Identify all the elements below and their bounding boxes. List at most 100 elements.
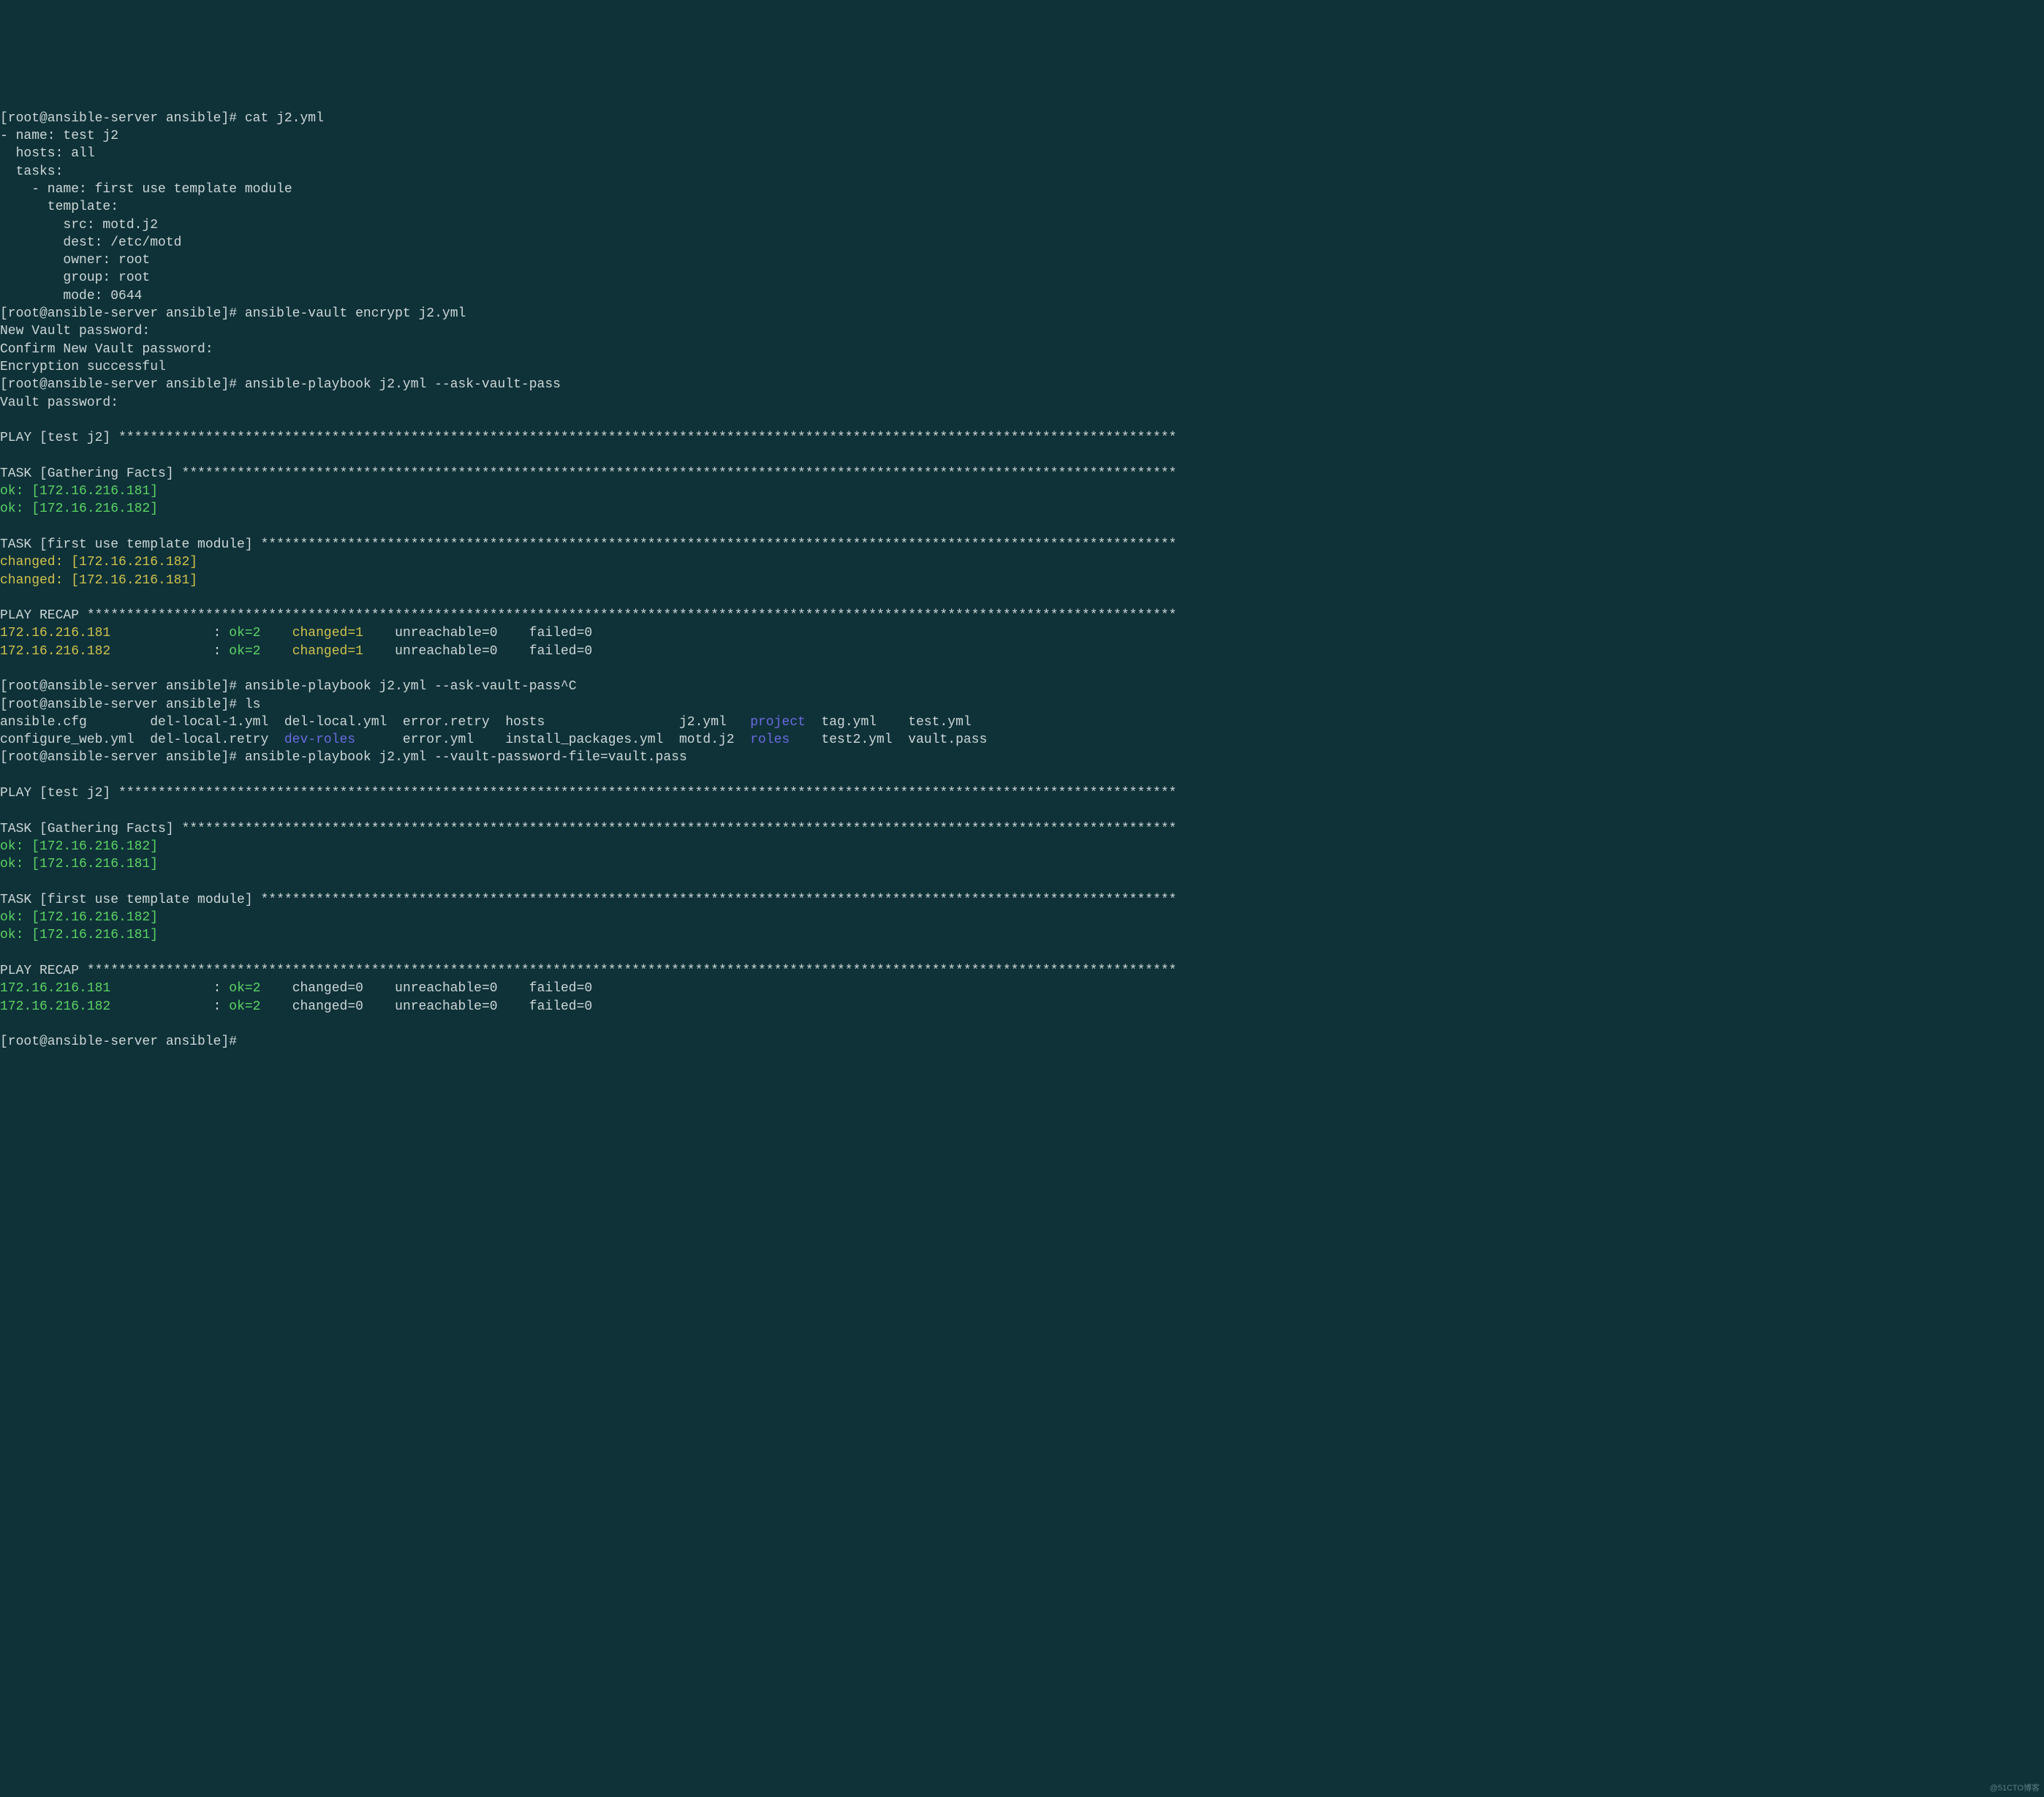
recap-ok: ok=2 bbox=[229, 644, 284, 659]
encryption-success: Encryption successful bbox=[0, 360, 166, 374]
ls-dir: project bbox=[750, 715, 806, 730]
yml-line: dest: /etc/motd bbox=[0, 235, 181, 250]
cmd-encrypt: ansible-vault encrypt j2.yml bbox=[245, 306, 466, 321]
cmd-cat: cat j2.yml bbox=[245, 111, 324, 126]
prompt[interactable]: [root@ansible-server ansible]# bbox=[0, 1034, 245, 1049]
stars: ****************************************… bbox=[118, 431, 1176, 445]
recap-unreachable: unreachable=0 bbox=[387, 626, 521, 640]
prompt: [root@ansible-server ansible]# bbox=[0, 750, 245, 765]
prompt: [root@ansible-server ansible]# bbox=[0, 377, 245, 392]
recap-host: 172.16.216.182 bbox=[0, 999, 110, 1014]
colon: : bbox=[213, 981, 230, 996]
yml-line: template: bbox=[0, 200, 118, 214]
ls-file: j2.yml bbox=[679, 715, 750, 730]
recap-failed: failed=0 bbox=[521, 644, 616, 659]
recap-host: 172.16.216.181 bbox=[0, 981, 110, 996]
task-header: TASK [first use template module] bbox=[0, 893, 260, 907]
stars: ****************************************… bbox=[181, 466, 1176, 481]
prompt: [root@ansible-server ansible]# bbox=[0, 679, 245, 694]
yml-line: tasks: bbox=[0, 164, 63, 179]
ok-host: ok: [172.16.216.181] bbox=[0, 857, 158, 871]
ls-dir: dev-roles bbox=[284, 733, 355, 747]
prompt: [root@ansible-server ansible]# bbox=[0, 111, 245, 126]
changed-host: changed: [172.16.216.181] bbox=[0, 573, 197, 588]
yml-line: src: motd.j2 bbox=[0, 218, 158, 232]
ls-file: configure_web.yml bbox=[0, 733, 150, 747]
vault-pw-prompt: Vault password: bbox=[0, 396, 126, 410]
play-header: PLAY [test j2] bbox=[0, 786, 118, 801]
ls-file: error.retry bbox=[403, 715, 505, 730]
cmd-ls: ls bbox=[245, 697, 261, 712]
colon: : bbox=[213, 999, 230, 1014]
recap-unreachable: unreachable=0 bbox=[387, 644, 521, 659]
task-header: TASK [first use template module] bbox=[0, 537, 260, 552]
recap-unreachable: unreachable=0 bbox=[387, 981, 521, 996]
ls-file: test2.yml bbox=[821, 733, 908, 747]
stars: ****************************************… bbox=[260, 893, 1176, 907]
ok-host: ok: [172.16.216.182] bbox=[0, 839, 158, 854]
ls-sep bbox=[355, 733, 403, 747]
ls-file: tag.yml bbox=[821, 715, 908, 730]
cmd-playbook-ask: ansible-playbook j2.yml --ask-vault-pass bbox=[245, 377, 561, 392]
recap-changed: changed=0 bbox=[284, 999, 387, 1014]
stars: ****************************************… bbox=[87, 608, 1177, 623]
recap-host: 172.16.216.181 bbox=[0, 626, 110, 640]
recap-failed: failed=0 bbox=[521, 626, 616, 640]
recap-host: 172.16.216.182 bbox=[0, 644, 110, 659]
ls-file: install_packages.yml bbox=[505, 733, 679, 747]
ls-file: del-local-1.yml bbox=[150, 715, 284, 730]
recap-failed: failed=0 bbox=[521, 999, 616, 1014]
ls-file: hosts bbox=[505, 715, 679, 730]
pad bbox=[110, 999, 213, 1014]
yml-line: mode: 0644 bbox=[0, 289, 142, 303]
yml-line: owner: root bbox=[0, 253, 150, 268]
colon: : bbox=[213, 644, 230, 659]
ls-sep bbox=[790, 733, 821, 747]
terminal-output: [root@ansible-server ansible]# cat j2.ym… bbox=[0, 88, 2044, 1053]
ls-file: del-local.yml bbox=[284, 715, 403, 730]
yml-line: hosts: all bbox=[0, 146, 95, 161]
stars: ****************************************… bbox=[118, 786, 1176, 801]
ok-host: ok: [172.16.216.181] bbox=[0, 484, 158, 499]
watermark: @51CTO博客 bbox=[1990, 1783, 2040, 1794]
prompt: [root@ansible-server ansible]# bbox=[0, 697, 245, 712]
cmd-playbook-ask-cancelled: ansible-playbook j2.yml --ask-vault-pass… bbox=[245, 679, 577, 694]
prompt: [root@ansible-server ansible]# bbox=[0, 306, 245, 321]
pad bbox=[110, 981, 213, 996]
ls-file: vault.pass bbox=[908, 733, 987, 747]
task-header: TASK [Gathering Facts] bbox=[0, 822, 181, 836]
ok-host: ok: [172.16.216.181] bbox=[0, 928, 158, 942]
ls-file: test.yml bbox=[908, 715, 971, 730]
recap-ok: ok=2 bbox=[229, 981, 284, 996]
yml-line: - name: first use template module bbox=[0, 182, 292, 197]
yml-line: group: root bbox=[0, 271, 150, 285]
recap-changed: changed=1 bbox=[284, 626, 387, 640]
recap-ok: ok=2 bbox=[229, 999, 284, 1014]
ls-file: error.yml bbox=[403, 733, 505, 747]
ls-sep bbox=[806, 715, 822, 730]
cmd-playbook-file: ansible-playbook j2.yml --vault-password… bbox=[245, 750, 687, 765]
yml-line: - name: test j2 bbox=[0, 129, 118, 143]
vault-new-pw-prompt: New Vault password: bbox=[0, 324, 158, 338]
colon: : bbox=[213, 626, 230, 640]
task-header: TASK [Gathering Facts] bbox=[0, 466, 181, 481]
ok-host: ok: [172.16.216.182] bbox=[0, 502, 158, 516]
recap-header: PLAY RECAP bbox=[0, 608, 87, 623]
recap-unreachable: unreachable=0 bbox=[387, 999, 521, 1014]
ls-file: ansible.cfg bbox=[0, 715, 150, 730]
stars: ****************************************… bbox=[260, 537, 1176, 552]
pad bbox=[110, 626, 213, 640]
recap-changed: changed=1 bbox=[284, 644, 387, 659]
recap-header: PLAY RECAP bbox=[0, 964, 87, 978]
ls-file: del-local.retry bbox=[150, 733, 284, 747]
recap-ok: ok=2 bbox=[229, 626, 284, 640]
recap-changed: changed=0 bbox=[284, 981, 387, 996]
ls-dir: roles bbox=[750, 733, 790, 747]
pad bbox=[110, 644, 213, 659]
play-header: PLAY [test j2] bbox=[0, 431, 118, 445]
stars: ****************************************… bbox=[181, 822, 1176, 836]
ok-host: ok: [172.16.216.182] bbox=[0, 910, 158, 925]
ls-file: motd.j2 bbox=[679, 733, 750, 747]
changed-host: changed: [172.16.216.182] bbox=[0, 555, 197, 570]
vault-confirm-pw-prompt: Confirm New Vault password: bbox=[0, 342, 221, 357]
